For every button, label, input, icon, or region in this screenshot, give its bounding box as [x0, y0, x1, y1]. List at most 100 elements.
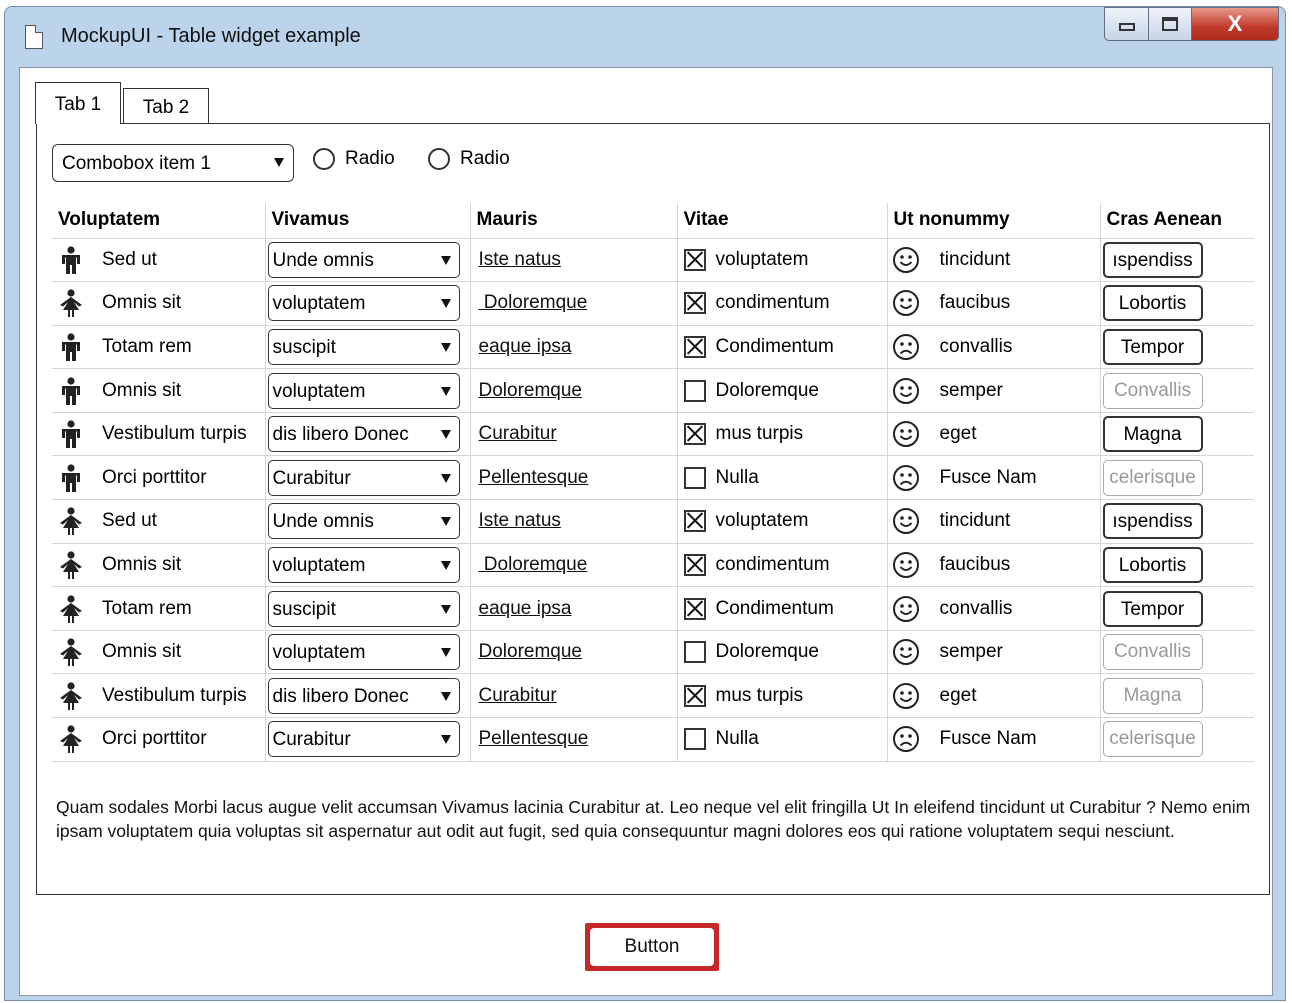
table-row[interactable]: Orci porttitor Curabitur Pellentesque Nulla…	[52, 717, 1254, 762]
row-button[interactable]: celerisque	[1102, 721, 1203, 758]
row-combobox[interactable]: dis libero Donec	[267, 677, 460, 714]
row-button[interactable]: Lobortis	[1102, 285, 1203, 322]
combobox[interactable]: Combobox item 1	[52, 144, 294, 182]
row-combobox[interactable]: Curabitur	[267, 459, 460, 496]
column-header[interactable]: Cras Aenean	[1100, 203, 1254, 239]
dropdown-arrow-icon	[440, 560, 451, 570]
row-button[interactable]: Lobortis	[1102, 546, 1203, 583]
column-header[interactable]: Vitae	[677, 203, 888, 239]
row-link[interactable]: eaque ipsa	[479, 598, 572, 619]
table-row[interactable]: Vestibulum turpis dis libero Donec Curabit…	[52, 412, 1254, 457]
column-header[interactable]: Ut nonummy	[887, 203, 1101, 239]
row-checkbox[interactable]	[683, 553, 706, 576]
male-person-icon	[56, 246, 86, 274]
row-link[interactable]: Doloremque	[479, 292, 588, 313]
row-status-text: convallis	[939, 597, 1013, 619]
row-button[interactable]: Tempor	[1102, 328, 1203, 365]
row-checkbox[interactable]	[683, 423, 706, 446]
row-combobox[interactable]: voluptatem	[267, 546, 460, 583]
close-button[interactable]: X	[1191, 7, 1279, 41]
row-button[interactable]: Tempor	[1102, 590, 1203, 627]
table-row[interactable]: Totam rem suscipit eaque ipsa Condimentum co…	[52, 586, 1254, 631]
table-row[interactable]: Sed ut Unde omnis Iste natus voluptatem tinc…	[52, 499, 1254, 544]
row-combobox-value: Curabitur	[272, 729, 351, 751]
row-checkbox[interactable]	[683, 684, 706, 707]
table-row[interactable]: Vestibulum turpis dis libero Donec Curabit…	[52, 673, 1254, 719]
radio-label: Radio	[345, 148, 395, 169]
table-row[interactable]: Omnis sit voluptatem Doloremque Doloremque s…	[52, 368, 1254, 413]
row-combobox-value: voluptatem	[272, 380, 366, 402]
title-bar[interactable]: MockupUI - Table widget example X	[5, 7, 1285, 67]
main-button[interactable]: Button	[585, 923, 719, 971]
row-checkbox[interactable]	[683, 379, 706, 402]
column-header[interactable]: Mauris	[470, 203, 678, 239]
row-status-text: Fusce Nam	[939, 466, 1037, 488]
row-button[interactable]: celerisque	[1102, 459, 1203, 496]
maximize-button[interactable]	[1148, 7, 1192, 41]
radio-option-2[interactable]: Radio	[428, 148, 510, 170]
table-row[interactable]: Omnis sit voluptatem Doloremque condimentu…	[52, 543, 1254, 588]
row-link[interactable]: Curabitur	[479, 685, 557, 706]
row-checkbox[interactable]	[683, 335, 706, 358]
tab-2[interactable]: Tab 2	[123, 88, 209, 124]
radio-option-1[interactable]: Radio	[313, 148, 395, 170]
happy-face-icon	[892, 507, 920, 535]
row-combobox[interactable]: suscipit	[267, 328, 460, 365]
radio-circle-icon[interactable]	[428, 148, 450, 170]
row-link[interactable]: Iste natus	[479, 249, 561, 270]
dropdown-arrow-icon	[440, 430, 451, 440]
radio-circle-icon[interactable]	[313, 148, 335, 170]
row-button[interactable]: Convallis	[1102, 372, 1203, 409]
row-name: Omnis sit	[102, 379, 182, 401]
row-link[interactable]: Doloremque	[479, 554, 588, 575]
row-checkbox[interactable]	[683, 597, 706, 620]
row-checkbox[interactable]	[683, 292, 706, 315]
row-checkbox[interactable]	[683, 641, 706, 664]
row-link[interactable]: Curabitur	[479, 423, 557, 444]
row-status-text: tincidunt	[939, 248, 1011, 270]
table-row[interactable]: Omnis sit voluptatem Doloremque condimentu…	[52, 281, 1254, 326]
button-label: Button	[624, 936, 680, 957]
row-button[interactable]: Magna	[1102, 416, 1203, 453]
tab-1[interactable]: Tab 1	[35, 82, 121, 124]
row-combobox-value: dis libero Donec	[272, 424, 409, 446]
female-person-icon	[56, 682, 86, 710]
row-name: Omnis sit	[102, 553, 182, 575]
row-button[interactable]: ıspendiss	[1102, 241, 1203, 278]
row-checkbox[interactable]	[683, 466, 706, 489]
row-status-text: semper	[939, 641, 1003, 663]
row-combobox[interactable]: dis libero Donec	[267, 416, 460, 453]
row-status-text: tincidunt	[939, 510, 1011, 532]
row-combobox[interactable]: Unde omnis	[267, 503, 460, 540]
table-row[interactable]: Orci porttitor Curabitur Pellentesque Nulla…	[52, 455, 1254, 501]
row-link[interactable]: eaque ipsa	[479, 336, 572, 357]
row-combobox[interactable]: voluptatem	[267, 634, 460, 671]
row-button[interactable]: Magna	[1102, 677, 1203, 714]
row-link[interactable]: Pellentesque	[479, 728, 589, 749]
row-combobox[interactable]: Unde omnis	[267, 241, 460, 278]
table-row[interactable]: Sed ut Unde omnis Iste natus voluptatem tinc…	[52, 238, 1254, 283]
row-link[interactable]: Doloremque	[479, 641, 583, 662]
row-link[interactable]: Pellentesque	[479, 467, 589, 488]
row-combobox[interactable]: Curabitur	[267, 721, 460, 758]
female-person-icon	[56, 551, 86, 579]
dropdown-arrow-icon	[440, 648, 451, 658]
row-checkbox[interactable]	[683, 510, 706, 533]
row-link[interactable]: Doloremque	[479, 380, 583, 401]
column-header[interactable]: Voluptatem	[52, 203, 266, 239]
row-checkbox-label: Nulla	[715, 728, 759, 750]
row-checkbox[interactable]	[683, 248, 706, 271]
minimize-button[interactable]	[1104, 7, 1149, 41]
row-button[interactable]: Convallis	[1102, 634, 1203, 671]
row-combobox[interactable]: voluptatem	[267, 372, 460, 409]
table-row[interactable]: Totam rem suscipit eaque ipsa Condimentum co…	[52, 325, 1254, 370]
table-row[interactable]: Omnis sit voluptatem Doloremque Doloremque s…	[52, 630, 1254, 675]
row-checkbox-label: mus turpis	[715, 684, 804, 706]
row-combobox[interactable]: suscipit	[267, 590, 460, 627]
row-combobox[interactable]: voluptatem	[267, 285, 460, 322]
row-status-text: eget	[939, 423, 977, 445]
column-header[interactable]: Vivamus	[265, 203, 471, 239]
row-button[interactable]: ıspendiss	[1102, 503, 1203, 540]
row-link[interactable]: Iste natus	[479, 510, 561, 531]
row-checkbox[interactable]	[683, 728, 706, 751]
